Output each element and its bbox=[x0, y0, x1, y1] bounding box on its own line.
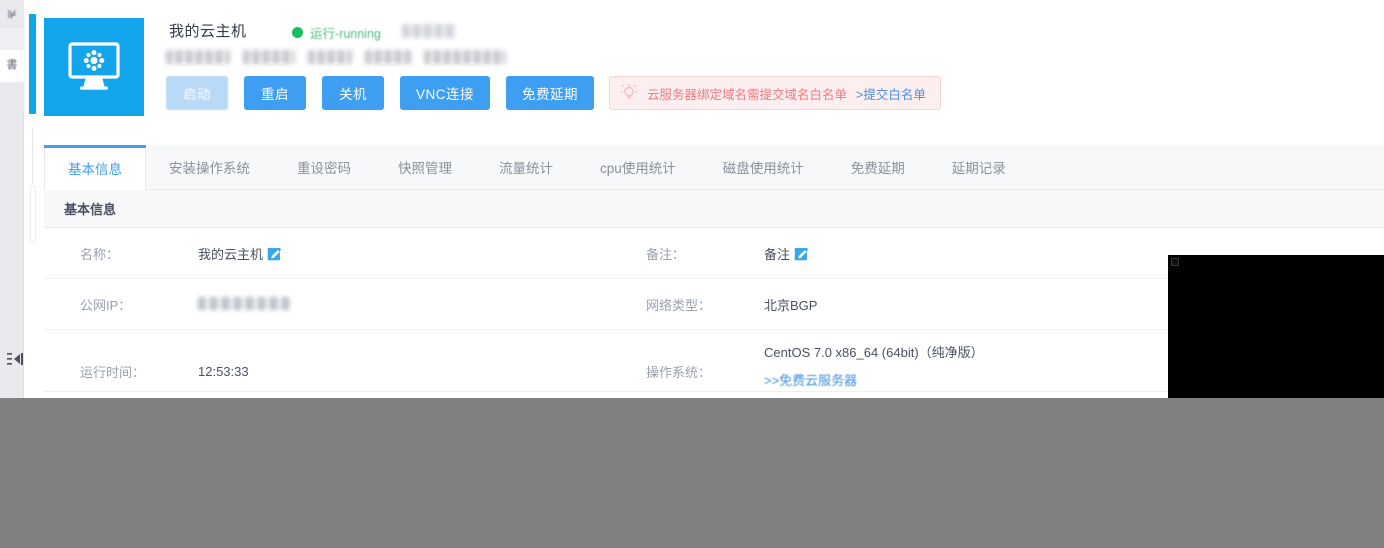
sidebar-rail bbox=[24, 0, 44, 398]
tab-free-extend[interactable]: 免费延期 bbox=[828, 145, 929, 189]
sidebar-glyph-icon-1: ⊯ bbox=[7, 9, 17, 21]
label-public-ip: 公网IP： bbox=[80, 297, 132, 313]
rail-divider bbox=[32, 128, 33, 184]
redacted-chunk bbox=[308, 50, 352, 64]
label-uptime: 运行时间： bbox=[80, 365, 146, 380]
black-overlay-nub bbox=[1171, 258, 1179, 266]
status-extra-redacted bbox=[402, 24, 456, 38]
rail-box bbox=[30, 186, 36, 242]
tab-disk-stats[interactable]: 磁盘使用统计 bbox=[700, 145, 828, 189]
panel-title: 基本信息 bbox=[44, 190, 1384, 228]
status-dot-icon bbox=[292, 27, 303, 38]
host-header: 我的云主机 运行-running 启动 重启 关机 VNC连接 免费延期 云服务… bbox=[44, 0, 1384, 140]
tab-bar: 基本信息 安装操作系统 重设密码 快照管理 流量统计 cpu使用统计 磁盘使用统… bbox=[44, 145, 1384, 190]
page-root: ⊯ 書 我的云主机 运行-running 启动 重启 关机 VNC连接 免费延期… bbox=[0, 0, 1384, 548]
info-cell-name: 名称： 我的云主机 bbox=[44, 244, 610, 263]
info-cell-public-ip: 公网IP： bbox=[44, 295, 610, 314]
host-title: 我的云主机 bbox=[169, 23, 247, 40]
tab-extend-records[interactable]: 延期记录 bbox=[929, 145, 1030, 189]
edit-remark-icon[interactable] bbox=[794, 246, 809, 261]
sidebar-glyph-icon-2: 書 bbox=[6, 59, 18, 71]
submit-whitelist-link[interactable]: >提交白名单 bbox=[856, 84, 926, 103]
value-remark-text: 备注 bbox=[764, 246, 791, 262]
value-uptime: 12:53:33 bbox=[198, 364, 249, 379]
shutdown-button[interactable]: 关机 bbox=[322, 76, 384, 110]
public-ip-redacted bbox=[198, 296, 290, 310]
value-remark: 备注 bbox=[764, 244, 809, 263]
info-cell-uptime: 运行时间： 12:53:33 bbox=[44, 342, 610, 381]
value-public-ip bbox=[198, 296, 290, 310]
label-network-type: 网络类型： bbox=[646, 297, 712, 313]
gray-footer-band bbox=[0, 398, 1384, 548]
sidebar-cell-4[interactable] bbox=[0, 82, 24, 112]
info-cell-network-type: 网络类型： 北京BGP bbox=[610, 295, 1176, 314]
whitelist-alert-banner: 云服务器绑定域名需提交域名白名单 >提交白名单 bbox=[609, 76, 941, 110]
sidebar-cell-2[interactable] bbox=[0, 28, 24, 50]
alert-text: 云服务器绑定域名需提交域名白名单 bbox=[647, 87, 848, 102]
rail-accent-bar bbox=[29, 14, 36, 114]
value-os-text: CentOS 7.0 x86_64 (64bit)（纯净版） bbox=[764, 345, 984, 360]
status-text: 运行-running bbox=[310, 27, 381, 41]
start-button[interactable]: 启动 bbox=[166, 76, 228, 110]
redacted-chunk bbox=[166, 50, 230, 64]
tab-install-os[interactable]: 安装操作系统 bbox=[146, 145, 274, 189]
info-cell-os: 操作系统： CentOS 7.0 x86_64 (64bit)（纯净版） >>免… bbox=[610, 342, 1176, 389]
value-network-type: 北京BGP bbox=[764, 297, 818, 313]
restart-button[interactable]: 重启 bbox=[244, 76, 306, 110]
monitor-gear-icon bbox=[44, 18, 144, 116]
black-overlay-panel bbox=[1168, 255, 1384, 400]
free-extend-button[interactable]: 免费延期 bbox=[506, 76, 595, 110]
lightbulb-icon bbox=[620, 84, 638, 99]
value-name-text: 我的云主机 bbox=[198, 246, 264, 262]
info-cell-remark: 备注： 备注 bbox=[610, 244, 1176, 263]
tab-reset-password[interactable]: 重设密码 bbox=[274, 145, 375, 189]
tab-snapshot-manage[interactable]: 快照管理 bbox=[375, 145, 476, 189]
tab-cpu-stats[interactable]: cpu使用统计 bbox=[577, 145, 700, 189]
label-remark: 备注： bbox=[646, 246, 686, 262]
free-cloud-server-link[interactable]: >>免费云服务器 bbox=[764, 370, 857, 389]
status-badge: 运行-running bbox=[292, 23, 381, 42]
value-name: 我的云主机 bbox=[198, 244, 282, 263]
label-name: 名称： bbox=[80, 246, 120, 262]
tab-traffic-stats[interactable]: 流量统计 bbox=[476, 145, 577, 189]
label-os: 操作系统： bbox=[646, 365, 712, 380]
redacted-chunk bbox=[243, 50, 295, 64]
redacted-chunk bbox=[365, 50, 411, 64]
sidebar: ⊯ 書 bbox=[0, 0, 24, 398]
vnc-connect-button[interactable]: VNC连接 bbox=[400, 76, 491, 110]
action-button-row: 启动 重启 关机 VNC连接 免费延期 bbox=[166, 76, 595, 110]
edit-name-icon[interactable] bbox=[267, 246, 282, 261]
redacted-chunk bbox=[424, 50, 506, 64]
host-meta-redacted-line bbox=[166, 50, 506, 64]
value-os: CentOS 7.0 x86_64 (64bit)（纯净版） >>免费云服务器 bbox=[764, 342, 984, 389]
tab-basic-info[interactable]: 基本信息 bbox=[44, 145, 146, 190]
